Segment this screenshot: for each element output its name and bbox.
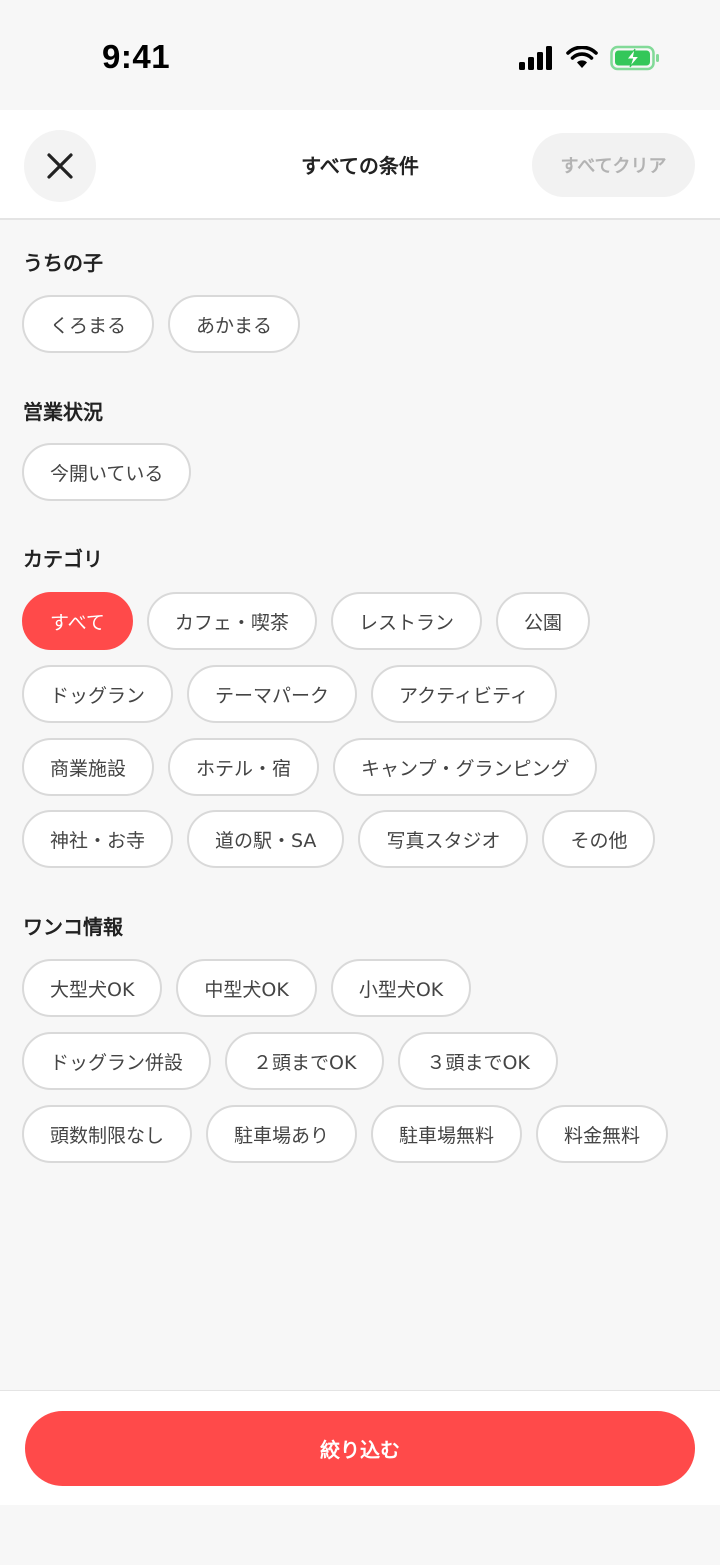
business-chips: 今開いている [22,443,192,501]
chip-category[interactable]: 商業施設 [22,738,155,796]
chip-category[interactable]: ドッグラン [22,665,174,723]
my-dogs-chips: くろまる あかまる [22,295,301,353]
chip-dog-info[interactable]: 駐車場無料 [371,1105,523,1163]
dog-info-row: 頭数制限なし 駐車場あり 駐車場無料 料金無料 [22,1105,669,1163]
battery-charging-icon [610,45,659,71]
chip-dog[interactable]: くろまる [22,295,155,353]
chip-category-all[interactable]: すべて [22,592,133,650]
chip-dog-info[interactable]: 小型犬OK [330,959,472,1017]
chip-dog-info[interactable]: 料金無料 [536,1105,669,1163]
chip-category[interactable]: レストラン [330,592,482,650]
chip-category[interactable]: カフェ・喫茶 [146,592,317,650]
section-title-dog-info: ワンコ情報 [23,915,123,939]
clear-all-button[interactable]: すべてクリア [532,133,695,197]
chip-category[interactable]: 道の駅・SA [187,810,345,868]
category-row: 商業施設 ホテル・宿 キャンプ・グランピング [22,738,598,796]
status-bar: 9:41 [0,0,720,110]
section-title-business: 営業状況 [23,400,103,424]
wifi-icon [566,46,598,68]
chip-dog-info[interactable]: 大型犬OK [22,959,163,1017]
chip-open-now[interactable]: 今開いている [22,443,192,501]
dog-info-row: ドッグラン併設 ２頭までOK ３頭までOK [22,1032,558,1090]
chip-dog-info[interactable]: 中型犬OK [176,959,317,1017]
cellular-signal-icon [519,46,552,70]
chip-category[interactable]: 公園 [495,592,590,650]
filter-submit-button[interactable]: 絞り込む [25,1411,695,1486]
header: すべての条件 すべてクリア [0,110,720,220]
chip-category[interactable]: テーマパーク [187,665,358,723]
chip-dog-info[interactable]: ２頭までOK [225,1032,385,1090]
chip-category[interactable]: その他 [542,810,656,868]
status-icons [518,40,660,76]
chip-dog-info[interactable]: 駐車場あり [206,1105,358,1163]
chip-category[interactable]: 写真スタジオ [358,810,529,868]
chip-dog-info[interactable]: ドッグラン併設 [22,1032,212,1090]
category-row: すべて カフェ・喫茶 レストラン 公園 [22,592,590,650]
category-row: 神社・お寺 道の駅・SA 写真スタジオ その他 [22,810,656,868]
chip-dog-info[interactable]: 頭数制限なし [22,1105,193,1163]
dog-info-row: 大型犬OK 中型犬OK 小型犬OK [22,959,472,1017]
chip-dog[interactable]: あかまる [168,295,301,353]
status-time: 9:41 [102,38,171,75]
chip-category[interactable]: ホテル・宿 [168,738,320,796]
chip-category[interactable]: キャンプ・グランピング [333,738,598,796]
section-title-category: カテゴリ [23,547,103,571]
category-row: ドッグラン テーマパーク アクティビティ [22,665,557,723]
chip-dog-info[interactable]: ３頭までOK [398,1032,558,1090]
chip-category[interactable]: 神社・お寺 [22,810,174,868]
footer: 絞り込む [0,1390,720,1505]
chip-category[interactable]: アクティビティ [371,665,557,723]
section-title-my-dogs: うちの子 [23,251,103,275]
